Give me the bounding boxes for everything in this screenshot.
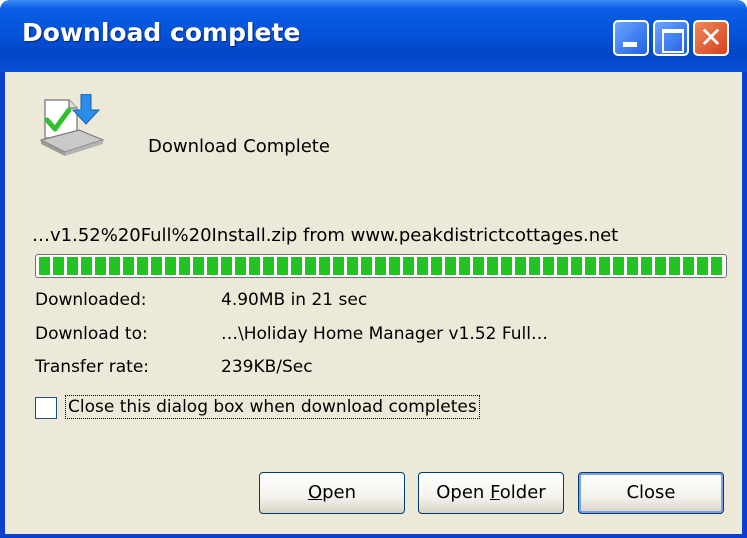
open-label-rest: pen: [322, 482, 357, 503]
transfer-rate-label: Transfer rate:: [35, 357, 150, 377]
close-button[interactable]: Close: [578, 472, 724, 514]
open-folder-label-rest: older: [499, 482, 546, 503]
minimize-icon[interactable]: [613, 20, 649, 56]
transfer-rate-value: 239KB/Sec: [221, 357, 313, 377]
close-when-complete-label[interactable]: Close this dialog box when download comp…: [65, 395, 480, 419]
window-title: Download complete: [22, 18, 301, 47]
status-heading: Download Complete: [148, 136, 330, 157]
maximize-icon[interactable]: [653, 20, 689, 56]
open-folder-label-start: Open: [436, 482, 491, 503]
download-dialog: Download complete ✕ Download Complete …v…: [0, 0, 747, 538]
open-folder-accesskey: F: [490, 482, 500, 503]
open-button[interactable]: Open: [259, 472, 405, 514]
open-folder-button[interactable]: Open Folder: [418, 472, 564, 514]
dialog-body: Download Complete …v1.52%20Full%20Instal…: [5, 72, 742, 534]
close-icon[interactable]: ✕: [693, 20, 729, 56]
progress-bar: [35, 254, 727, 278]
source-url: …v1.52%20Full%20Install.zip from www.pea…: [32, 225, 619, 246]
download-complete-icon: [39, 94, 105, 156]
download-to-label: Download to:: [35, 324, 148, 344]
download-to-value: …\Holiday Home Manager v1.52 Full…: [221, 324, 548, 344]
title-bar[interactable]: Download complete ✕: [0, 0, 747, 72]
downloaded-label: Downloaded:: [35, 290, 147, 310]
progress-fill: [39, 257, 723, 275]
open-accesskey: O: [307, 482, 323, 503]
close-when-complete-checkbox[interactable]: [35, 397, 57, 419]
downloaded-value: 4.90MB in 21 sec: [221, 290, 368, 310]
